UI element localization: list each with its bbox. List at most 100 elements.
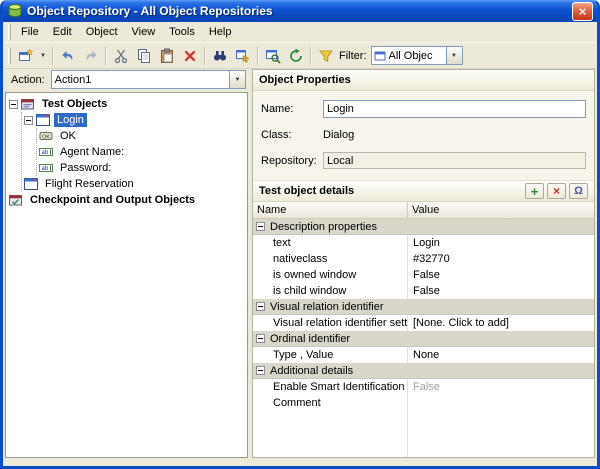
delete-icon	[182, 48, 198, 64]
tree-item-test-objects[interactable]: Test Objects	[9, 96, 247, 112]
filter-label: Filter:	[339, 49, 367, 62]
menu-help[interactable]: Help	[202, 22, 239, 42]
table-body: Description properties text Login native…	[253, 219, 594, 457]
property-name: Visual relation identifier settings	[273, 317, 408, 329]
restore-default-button[interactable]: Ω	[569, 183, 588, 199]
property-name: Enable Smart Identification	[273, 381, 405, 393]
copy-button[interactable]	[132, 45, 155, 67]
property-row[interactable]: Enable Smart Identification False	[253, 379, 594, 395]
undo-button[interactable]	[56, 45, 79, 67]
property-name: Type , Value	[273, 349, 334, 361]
collapse-icon[interactable]	[24, 115, 33, 125]
delete-button[interactable]	[178, 45, 201, 67]
update-from-application-button[interactable]	[284, 45, 307, 67]
tree-item-password[interactable]: ab Password:	[39, 160, 247, 176]
tree-item-flight-reservation[interactable]: Flight Reservation	[24, 176, 247, 192]
collapse-icon[interactable]	[256, 366, 265, 375]
group-label: Visual relation identifier	[270, 300, 384, 313]
menu-object[interactable]: Object	[79, 22, 125, 42]
collapse-icon[interactable]	[256, 334, 265, 343]
toolbar-separator	[52, 46, 53, 65]
close-button[interactable]: ×	[572, 1, 593, 21]
menu-tools[interactable]: Tools	[162, 22, 202, 42]
property-row[interactable]: is owned window False	[253, 267, 594, 283]
column-header-name[interactable]: Name	[253, 202, 408, 218]
tree-item-label: Test Objects	[42, 98, 108, 110]
remove-property-button[interactable]: ×	[547, 183, 566, 199]
class-value: Dialog	[323, 128, 355, 141]
property-name: nativeclass	[273, 253, 328, 265]
redo-button[interactable]	[79, 45, 102, 67]
property-value: False	[413, 285, 440, 297]
paste-icon	[159, 48, 175, 64]
tree-item-ok[interactable]: OK OK	[39, 128, 247, 144]
find-icon	[212, 48, 228, 64]
filter-button[interactable]	[314, 45, 337, 67]
menu-file[interactable]: File	[14, 22, 46, 42]
table-header: Name Value	[253, 202, 594, 219]
property-value[interactable]: [None. Click to add]	[408, 317, 594, 329]
menu-view[interactable]: View	[125, 22, 163, 42]
group-label: Description properties	[270, 220, 377, 233]
menu-grip[interactable]	[8, 24, 11, 40]
property-group-row[interactable]: Additional details	[253, 363, 594, 379]
test-object-details-title: Test object details	[259, 185, 355, 197]
class-label: Class:	[261, 128, 292, 141]
property-row[interactable]: Type , Value None	[253, 347, 594, 363]
repository-row: Repository: Local	[261, 151, 586, 170]
action-combobox[interactable]: Action1 ▼	[50, 70, 246, 89]
property-row[interactable]: is child window False	[253, 283, 594, 299]
object-properties-title: Object Properties	[259, 74, 351, 86]
add-property-button[interactable]: +	[525, 183, 544, 199]
filter-combobox-arrow[interactable]: ▼	[445, 47, 462, 64]
toolbar-separator	[310, 46, 311, 65]
property-group-row[interactable]: Description properties	[253, 219, 594, 235]
tree-children-test-objects: Login OK OK ab Agent Name: ab Password: …	[21, 112, 247, 192]
tree-item-agent-name[interactable]: ab Agent Name:	[39, 144, 247, 160]
filter-combobox-value: All Objec	[388, 49, 433, 62]
tree-item-checkpoint-output-objects[interactable]: Checkpoint and Output Objects	[9, 192, 247, 208]
app-icon	[7, 3, 23, 19]
property-row[interactable]: Visual relation identifier settings [Non…	[253, 315, 594, 331]
property-group-row[interactable]: Ordinal identifier	[253, 331, 594, 347]
paste-button[interactable]	[155, 45, 178, 67]
filter-combobox[interactable]: All Objec ▼	[370, 46, 463, 65]
tree-item-label: Checkpoint and Output Objects	[30, 194, 196, 206]
action-combobox-arrow[interactable]: ▼	[229, 71, 245, 88]
toolbar-grip[interactable]	[8, 47, 11, 64]
name-label: Name:	[261, 102, 294, 115]
chevron-down-icon: ▼	[40, 52, 46, 59]
highlight-in-application-button[interactable]	[231, 45, 254, 67]
object-properties-form: Name: Class: Dialog Repository: Local	[253, 91, 594, 180]
tree-item-label: Login	[54, 113, 87, 127]
new-object-dropdown[interactable]: ▼	[37, 45, 49, 67]
svg-text:ab: ab	[42, 150, 49, 156]
toolbar: ▼ Filter: All Objec ▼	[3, 42, 597, 69]
property-row[interactable]: Comment	[253, 395, 594, 411]
undo-icon	[60, 48, 76, 64]
collapse-icon[interactable]	[9, 99, 18, 109]
column-header-value[interactable]: Value	[408, 202, 594, 218]
property-row[interactable]: text Login	[253, 235, 594, 251]
menu-edit[interactable]: Edit	[46, 22, 79, 42]
title-bar[interactable]: Object Repository - All Object Repositor…	[3, 0, 597, 22]
collapse-icon[interactable]	[256, 222, 265, 231]
collapse-icon[interactable]	[256, 302, 265, 311]
new-object-button[interactable]	[14, 45, 37, 67]
property-group-row[interactable]: Visual relation identifier	[253, 299, 594, 315]
property-row[interactable]: nativeclass #32770	[253, 251, 594, 267]
update-icon	[288, 48, 304, 64]
object-icon	[374, 50, 386, 62]
name-input[interactable]	[323, 99, 586, 118]
toolbar-separator	[204, 46, 205, 65]
details-toolbar: + × Ω	[525, 183, 588, 199]
locate-in-repository-button[interactable]	[261, 45, 284, 67]
tree-item-login[interactable]: Login	[24, 112, 247, 128]
svg-text:OK: OK	[42, 134, 50, 140]
property-name: is owned window	[273, 269, 357, 281]
property-table: Name Value Description properties text L…	[253, 202, 594, 457]
tree-children-login: OK OK ab Agent Name: ab Password:	[36, 128, 247, 176]
group-label: Additional details	[270, 364, 354, 377]
find-button[interactable]	[208, 45, 231, 67]
cut-button[interactable]	[109, 45, 132, 67]
